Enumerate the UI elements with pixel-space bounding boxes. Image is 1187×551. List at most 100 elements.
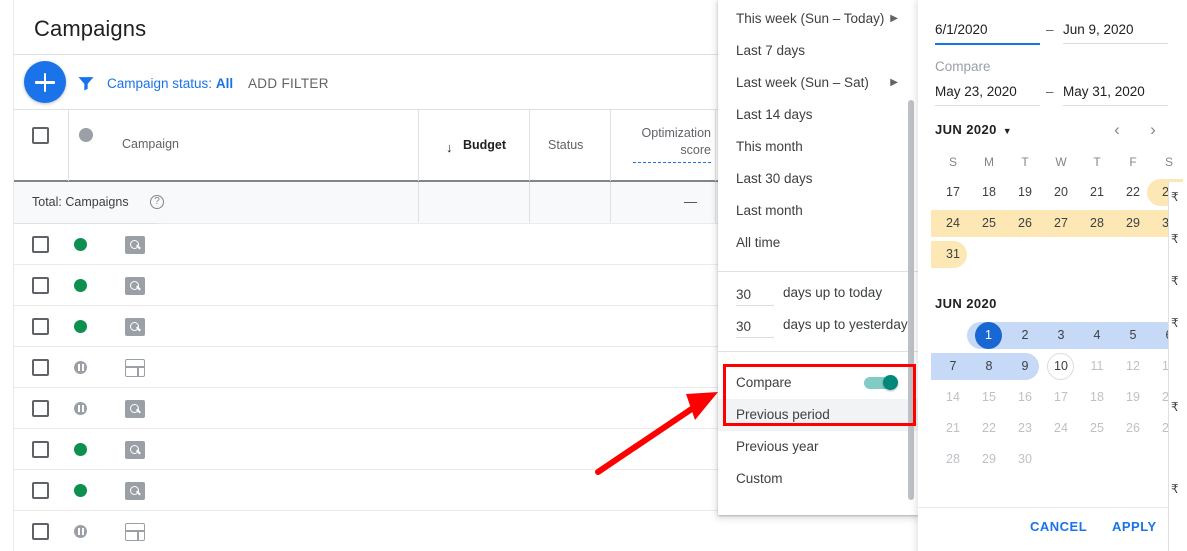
row-checkbox[interactable]: [32, 441, 49, 458]
calendar-day-cell[interactable]: 22: [971, 413, 1007, 444]
header-cell-budget[interactable]: ↓ Budget: [419, 110, 530, 181]
calendar-day-cell[interactable]: 19: [1115, 382, 1151, 413]
calendar-month-label-jun: JUN 2020: [935, 296, 997, 311]
question-mark-icon[interactable]: ?: [150, 195, 164, 209]
date-menu-item-1[interactable]: Last 7 days: [718, 35, 918, 67]
compare-toggle-row[interactable]: Compare: [718, 367, 918, 399]
header-label-optimization-2: score: [680, 143, 711, 157]
month-selector[interactable]: JUN 2020 ▼: [935, 122, 1012, 137]
table-row[interactable]: [14, 470, 718, 511]
date-menu-item-5[interactable]: Last 30 days: [718, 163, 918, 195]
calendar-day-cell[interactable]: 17: [935, 177, 971, 208]
row-checkbox[interactable]: [32, 318, 49, 335]
compare-option-previous-year[interactable]: Previous year: [718, 431, 918, 463]
campaign-status-filter[interactable]: Campaign status: All: [107, 76, 233, 91]
currency-symbol: ₹: [1171, 232, 1179, 246]
days-up-to-today-input[interactable]: [736, 284, 774, 306]
menu-divider-2: [718, 351, 918, 352]
calendar-day-cell[interactable]: 3: [1043, 320, 1079, 351]
calendar-day-cell[interactable]: 20: [1043, 177, 1079, 208]
calendar-day-cell[interactable]: 28: [935, 444, 971, 475]
table-row[interactable]: [14, 511, 718, 551]
compare-option-custom[interactable]: Custom: [718, 463, 918, 495]
funnel-icon[interactable]: [76, 73, 96, 93]
add-filter-button[interactable]: ADD FILTER: [248, 76, 329, 91]
compare-toggle-switch[interactable]: [864, 375, 898, 390]
days-up-to-yesterday-input[interactable]: [736, 316, 774, 338]
chevron-right-icon[interactable]: ›: [1140, 118, 1166, 144]
row-status-dot: [74, 361, 87, 374]
date-menu-item-6[interactable]: Last month: [718, 195, 918, 227]
calendar-day-cell[interactable]: 2: [1007, 320, 1043, 351]
row-checkbox[interactable]: [32, 482, 49, 499]
calendar-day-cell[interactable]: 22: [1115, 177, 1151, 208]
calendar-day-cell[interactable]: 19: [1007, 177, 1043, 208]
calendar-day-cell[interactable]: 11: [1079, 351, 1115, 382]
cancel-button[interactable]: CANCEL: [1030, 519, 1087, 534]
selected-start-day[interactable]: 1: [975, 322, 1002, 349]
apply-button[interactable]: APPLY: [1112, 519, 1157, 534]
calendar-day-cell[interactable]: 24: [1043, 413, 1079, 444]
calendar-day-cell[interactable]: 27: [1043, 208, 1079, 239]
calendar-day-cell[interactable]: 23: [1007, 413, 1043, 444]
table-row[interactable]: [14, 429, 718, 470]
calendar-day-cell[interactable]: 17: [1043, 382, 1079, 413]
calendar-day-cell[interactable]: 29: [971, 444, 1007, 475]
calendar-day-cell[interactable]: 25: [1079, 413, 1115, 444]
row-checkbox[interactable]: [32, 523, 49, 540]
header-cell-optimization-score[interactable]: Optimization score: [611, 110, 716, 181]
days-up-to-yesterday-row[interactable]: days up to yesterday: [718, 311, 918, 343]
screenshot-root: Campaigns Campaign status: All ADD FILTE…: [0, 0, 1187, 551]
table-row[interactable]: [14, 306, 718, 347]
row-checkbox[interactable]: [32, 277, 49, 294]
row-checkbox[interactable]: [32, 236, 49, 253]
calendar-day-cell[interactable]: 24: [935, 208, 971, 239]
date-menu-item-0[interactable]: This week (Sun – Today) ▶: [718, 3, 918, 35]
table-row[interactable]: [14, 388, 718, 429]
calendar-day-cell[interactable]: 31: [935, 239, 971, 270]
calendar-day-cell[interactable]: 10: [1043, 351, 1079, 382]
date-menu-item-2[interactable]: Last week (Sun – Sat) ▶: [718, 67, 918, 99]
calendar-day-cell[interactable]: 12: [1115, 351, 1151, 382]
calendar-day-cell[interactable]: 4: [1079, 320, 1115, 351]
calendar-day-cell[interactable]: 26: [1115, 413, 1151, 444]
calendar-day-cell[interactable]: 5: [1115, 320, 1151, 351]
calendar-day-cell[interactable]: 18: [1079, 382, 1115, 413]
calendar-day-cell[interactable]: 14: [935, 382, 971, 413]
calendar-day-cell[interactable]: 29: [1115, 208, 1151, 239]
month-selector-label: JUN 2020: [935, 122, 997, 137]
calendar-day-cell[interactable]: 18: [971, 177, 1007, 208]
calendar-day-cell[interactable]: 15: [971, 382, 1007, 413]
menu-scrollbar[interactable]: [908, 100, 914, 500]
calendar-day-cell[interactable]: 21: [1079, 177, 1115, 208]
table-row[interactable]: [14, 347, 718, 388]
weekday-label-4: T: [1093, 155, 1101, 169]
calendar-day-cell[interactable]: 25: [971, 208, 1007, 239]
table-row[interactable]: [14, 224, 718, 265]
row-checkbox[interactable]: [32, 400, 49, 417]
calendar-day-cell[interactable]: 30: [1007, 444, 1043, 475]
header-cell-status[interactable]: Status: [530, 110, 611, 181]
compare-start-underline: [935, 105, 1040, 106]
calendar-day-cell[interactable]: 16: [1007, 382, 1043, 413]
calendar-day-cell[interactable]: 9: [1007, 351, 1043, 382]
days-up-to-today-row[interactable]: days up to today: [718, 279, 918, 311]
date-menu-item-4[interactable]: This month: [718, 131, 918, 163]
select-all-checkbox[interactable]: [32, 127, 49, 144]
calendar-day-cell[interactable]: 8: [971, 351, 1007, 382]
calendar-day-cell[interactable]: 21: [935, 413, 971, 444]
calendar-day-cell[interactable]: 7: [935, 351, 971, 382]
chevron-left-icon[interactable]: ‹: [1104, 118, 1130, 144]
row-checkbox[interactable]: [32, 359, 49, 376]
currency-symbol: ₹: [1171, 400, 1179, 414]
plus-icon[interactable]: [24, 61, 66, 103]
currency-symbol: ₹: [1171, 274, 1179, 288]
calendar-day-cell[interactable]: 28: [1079, 208, 1115, 239]
table-header-row: Campaign ↓ Budget Status Optimization sc…: [14, 110, 718, 182]
header-cell-campaign[interactable]: Campaign: [107, 110, 419, 181]
date-menu-item-3[interactable]: Last 14 days: [718, 99, 918, 131]
table-row[interactable]: [14, 265, 718, 306]
calendar-day-cell[interactable]: 26: [1007, 208, 1043, 239]
compare-option-previous-period[interactable]: Previous period: [718, 399, 918, 431]
date-menu-item-7[interactable]: All time: [718, 227, 918, 259]
